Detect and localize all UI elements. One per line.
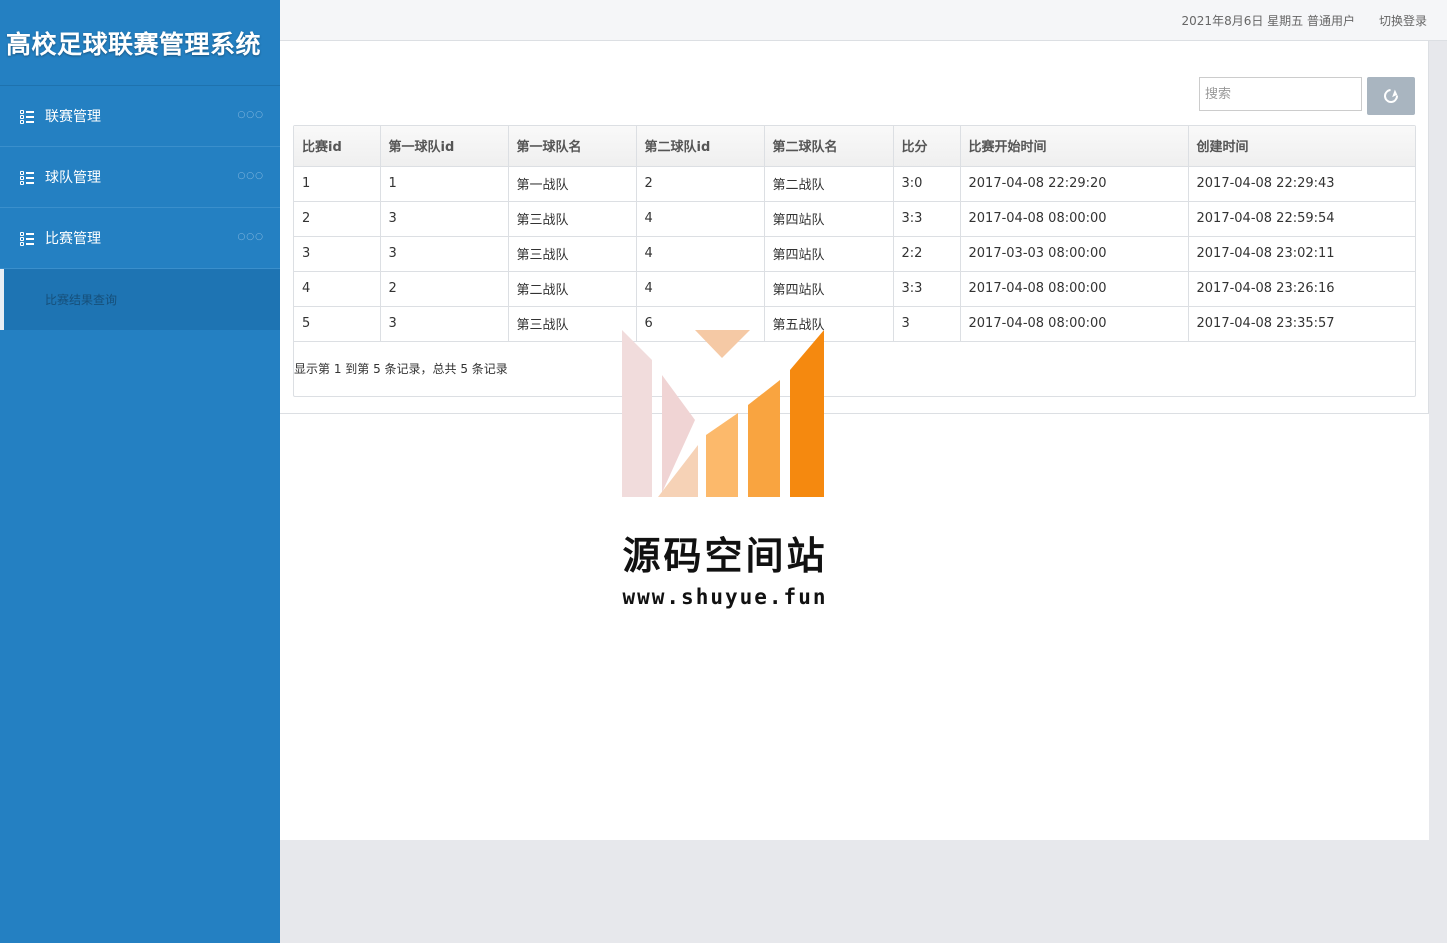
table-cell: 2 [636, 166, 765, 202]
pagination-info: 显示第 1 到第 5 条记录，总共 5 条记录 [294, 362, 508, 376]
table-cell: 第三战队 [508, 201, 637, 237]
switch-login-link[interactable]: 切换登录 [1379, 12, 1427, 29]
table-cell: 2017-04-08 23:02:11 [1188, 236, 1415, 272]
search-input[interactable] [1199, 77, 1362, 111]
table-cell: 4 [636, 271, 765, 307]
column-header[interactable]: 比赛开始时间 [960, 126, 1189, 167]
list-icon [20, 109, 34, 124]
table-cell: 2017-04-08 08:00:00 [960, 201, 1189, 237]
table-cell: 2017-03-03 08:00:00 [960, 236, 1189, 272]
sidebar-item-label: 球队管理 [45, 170, 101, 186]
table-cell: 1 [294, 166, 381, 202]
sidebar-subitem-match-results[interactable]: 比赛结果查询 [0, 269, 280, 330]
table-cell: 第四站队 [764, 201, 894, 237]
sidebar-item-match[interactable]: 比赛管理 ○○○ [0, 208, 280, 269]
date-user-info: 2021年8月6日 星期五 普通用户 [1181, 13, 1355, 28]
table-cell: 2017-04-08 22:29:43 [1188, 166, 1415, 202]
table-cell: 5 [294, 306, 381, 342]
table-cell: 3 [380, 236, 509, 272]
table-row[interactable]: 3 3 第三战队 4 第四站队 2:2 2017-03-03 08:00:00 … [294, 236, 1415, 272]
column-header[interactable]: 第一球队名 [508, 126, 637, 167]
expand-dots-icon: ○○○ [237, 171, 264, 181]
table-cell: 3:3 [893, 271, 961, 307]
match-table: 比赛id 第一球队id 第一球队名 第二球队id 第二球队名 比分 比赛开始时间… [294, 126, 1415, 342]
sidebar: 高校足球联赛管理系统 联赛管理 ○○○ 球队管理 ○○○ 比赛管理 ○○○ 比赛… [0, 0, 280, 943]
top-bar: 2021年8月6日 星期五 普通用户 切换登录 [280, 0, 1447, 41]
table-cell: 3:0 [893, 166, 961, 202]
list-icon [20, 170, 34, 185]
table-cell: 2017-04-08 23:26:16 [1188, 271, 1415, 307]
table-cell: 3 [294, 236, 381, 272]
table-row[interactable]: 1 1 第一战队 2 第二战队 3:0 2017-04-08 22:29:20 … [294, 166, 1415, 202]
expand-dots-icon: ○○○ [237, 110, 264, 120]
table-cell: 2017-04-08 22:29:20 [960, 166, 1189, 202]
table-cell: 第三战队 [508, 306, 637, 342]
sidebar-item-team[interactable]: 球队管理 ○○○ [0, 147, 280, 208]
table-cell: 第五战队 [764, 306, 894, 342]
table-cell: 2017-04-08 22:59:54 [1188, 201, 1415, 237]
table-cell: 3 [380, 201, 509, 237]
table-cell: 4 [294, 271, 381, 307]
table-cell: 2 [380, 271, 509, 307]
column-header[interactable]: 比赛id [294, 126, 381, 167]
table-cell: 2017-04-08 08:00:00 [960, 271, 1189, 307]
refresh-icon [1381, 86, 1401, 106]
table-cell: 第一战队 [508, 166, 637, 202]
table-row[interactable]: 4 2 第二战队 4 第四站队 3:3 2017-04-08 08:00:00 … [294, 271, 1415, 307]
table-row[interactable]: 5 3 第三战队 6 第五战队 3 2017-04-08 08:00:00 20… [294, 306, 1415, 342]
table-cell: 1 [380, 166, 509, 202]
column-header[interactable]: 比分 [893, 126, 961, 167]
sidebar-item-league[interactable]: 联赛管理 ○○○ [0, 86, 280, 147]
table-row[interactable]: 2 3 第三战队 4 第四站队 3:3 2017-04-08 08:00:00 … [294, 201, 1415, 237]
table-cell: 第四站队 [764, 271, 894, 307]
table-cell: 2:2 [893, 236, 961, 272]
table-cell: 第四站队 [764, 236, 894, 272]
column-header[interactable]: 第一球队id [380, 126, 509, 167]
table-cell: 4 [636, 236, 765, 272]
table-cell: 2017-04-08 23:35:57 [1188, 306, 1415, 342]
table-cell: 6 [636, 306, 765, 342]
list-icon [20, 231, 34, 246]
column-header[interactable]: 第二球队id [636, 126, 765, 167]
table-cell: 第二战队 [508, 271, 637, 307]
column-header[interactable]: 第二球队名 [764, 126, 894, 167]
expand-dots-icon: ○○○ [237, 232, 264, 242]
sidebar-item-label: 联赛管理 [45, 109, 101, 125]
table-cell: 3 [380, 306, 509, 342]
table-header-row: 比赛id 第一球队id 第一球队名 第二球队id 第二球队名 比分 比赛开始时间… [294, 126, 1415, 167]
table-cell: 3:3 [893, 201, 961, 237]
content-panel: 比赛id 第一球队id 第一球队名 第二球队id 第二球队名 比分 比赛开始时间… [280, 41, 1429, 414]
table-cell: 2017-04-08 08:00:00 [960, 306, 1189, 342]
main-content: 比赛id 第一球队id 第一球队名 第二球队id 第二球队名 比分 比赛开始时间… [280, 41, 1429, 840]
column-header[interactable]: 创建时间 [1188, 126, 1415, 167]
refresh-button[interactable] [1367, 77, 1415, 115]
table-cell: 3 [893, 306, 961, 342]
app-title: 高校足球联赛管理系统 [0, 0, 280, 86]
sidebar-item-label: 比赛管理 [45, 231, 101, 247]
table-cell: 2 [294, 201, 381, 237]
table-cell: 第三战队 [508, 236, 637, 272]
table-cell: 第二战队 [764, 166, 894, 202]
table-container: 比赛id 第一球队id 第一球队名 第二球队id 第二球队名 比分 比赛开始时间… [293, 125, 1416, 397]
table-cell: 4 [636, 201, 765, 237]
